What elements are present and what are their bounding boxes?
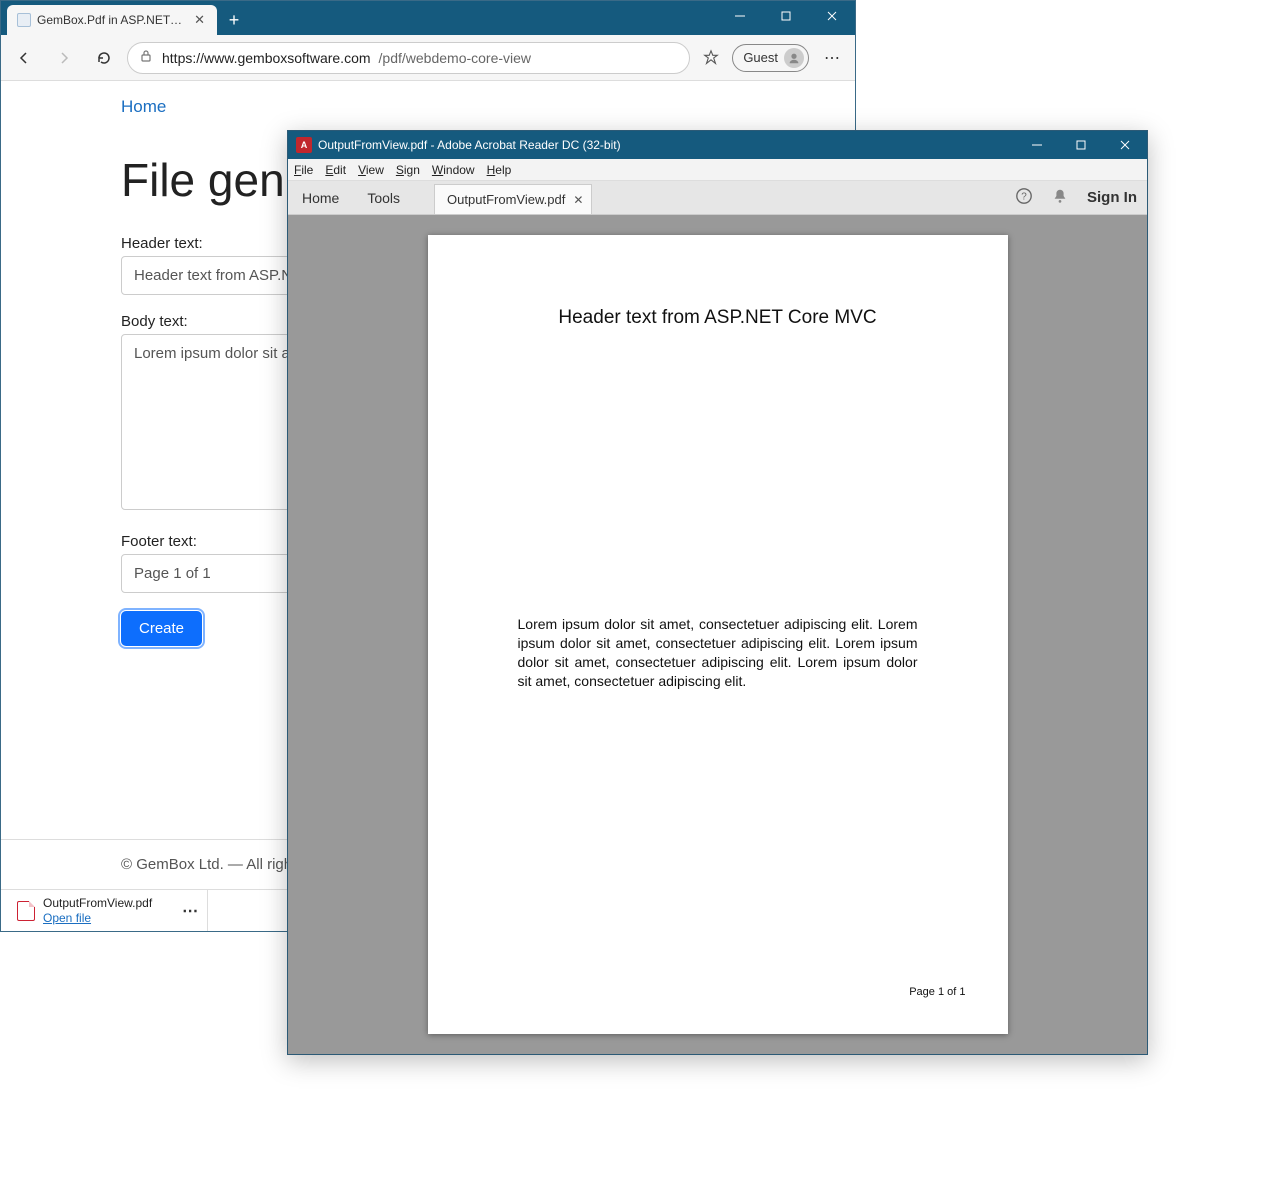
minimize-button[interactable] [717, 1, 763, 31]
profile-avatar-icon [784, 48, 804, 68]
close-window-button[interactable] [809, 1, 855, 31]
address-bar[interactable]: https://www.gemboxsoftware.com/pdf/webde… [127, 42, 690, 74]
lock-icon [138, 48, 154, 67]
browser-titlebar: GemBox.Pdf in ASP.NET Core MV ✕ + [1, 1, 855, 35]
maximize-icon [778, 8, 794, 24]
window-controls [717, 1, 855, 31]
arrow-left-icon [16, 50, 32, 66]
pdf-body-text: Lorem ipsum dolor sit amet, consectetuer… [518, 615, 918, 691]
new-tab-button[interactable]: + [221, 7, 247, 33]
acrobat-home-tab[interactable]: Home [288, 181, 353, 214]
download-more-button[interactable]: ⋯ [182, 901, 199, 921]
menu-sign[interactable]: Sign [396, 163, 420, 177]
profile-button[interactable]: Guest [732, 44, 809, 72]
browser-menu-button[interactable]: ⋯ [815, 41, 849, 75]
url-path: /pdf/webdemo-core-view [379, 50, 532, 66]
acrobat-app-icon: A [296, 137, 312, 153]
create-button[interactable]: Create [121, 611, 202, 646]
url-host: https://www.gemboxsoftware.com [162, 50, 371, 66]
pdf-file-icon [17, 901, 35, 921]
menu-window[interactable]: Window [432, 163, 475, 177]
acrobat-maximize-button[interactable] [1059, 131, 1103, 159]
profile-label: Guest [743, 50, 778, 65]
acrobat-menubar: File Edit View Sign Window Help [288, 159, 1147, 181]
maximize-icon [1073, 137, 1089, 153]
acrobat-window: A OutputFromView.pdf - Adobe Acrobat Rea… [287, 130, 1148, 1055]
tab-close-icon[interactable]: ✕ [190, 12, 209, 28]
acrobat-document-tab-label: OutputFromView.pdf [447, 192, 565, 207]
pdf-page: Header text from ASP.NET Core MVC Lorem … [428, 235, 1008, 1034]
acrobat-right-tools: ? Sign In [1015, 181, 1137, 214]
acrobat-document-tab[interactable]: OutputFromView.pdf ✕ [434, 184, 592, 214]
acrobat-titlebar: A OutputFromView.pdf - Adobe Acrobat Rea… [288, 131, 1147, 159]
menu-file[interactable]: File [294, 163, 313, 177]
download-open-link[interactable]: Open file [43, 911, 152, 925]
acrobat-tab-close-icon[interactable]: ✕ [573, 193, 583, 207]
sign-in-button[interactable]: Sign In [1087, 189, 1137, 206]
acrobat-minimize-button[interactable] [1015, 131, 1059, 159]
back-button[interactable] [7, 41, 41, 75]
download-item[interactable]: OutputFromView.pdf Open file ⋯ [9, 890, 208, 931]
acrobat-tools-tab[interactable]: Tools [353, 181, 414, 214]
bell-icon[interactable] [1051, 187, 1069, 208]
acrobat-tabbar: Home Tools OutputFromView.pdf ✕ ? Sign I… [288, 181, 1147, 215]
pdf-footer-text: Page 1 of 1 [909, 986, 965, 998]
help-icon[interactable]: ? [1015, 187, 1033, 208]
tab-title: GemBox.Pdf in ASP.NET Core MV [37, 13, 184, 27]
page-favicon [17, 13, 31, 27]
menu-view[interactable]: View [358, 163, 384, 177]
arrow-right-icon [56, 50, 72, 66]
favorite-button[interactable] [696, 43, 726, 73]
acrobat-close-button[interactable] [1103, 131, 1147, 159]
pdf-header-text: Header text from ASP.NET Core MVC [518, 307, 918, 329]
reload-icon [96, 50, 112, 66]
star-plus-icon [702, 49, 720, 67]
minimize-icon [1029, 137, 1045, 153]
browser-toolbar: https://www.gemboxsoftware.com/pdf/webde… [1, 35, 855, 81]
maximize-button[interactable] [763, 1, 809, 31]
menu-edit[interactable]: Edit [325, 163, 346, 177]
home-link[interactable]: Home [121, 97, 166, 116]
acrobat-title: OutputFromView.pdf - Adobe Acrobat Reade… [318, 138, 621, 152]
svg-text:?: ? [1021, 192, 1027, 203]
download-file-name: OutputFromView.pdf [43, 896, 152, 910]
reload-button[interactable] [87, 41, 121, 75]
close-icon [1117, 137, 1133, 153]
menu-help[interactable]: Help [487, 163, 512, 177]
browser-tab[interactable]: GemBox.Pdf in ASP.NET Core MV ✕ [7, 5, 217, 35]
acrobat-canvas[interactable]: Header text from ASP.NET Core MVC Lorem … [288, 215, 1147, 1054]
minimize-icon [732, 8, 748, 24]
close-icon [824, 8, 840, 24]
forward-button[interactable] [47, 41, 81, 75]
acrobat-window-controls [1015, 131, 1147, 159]
